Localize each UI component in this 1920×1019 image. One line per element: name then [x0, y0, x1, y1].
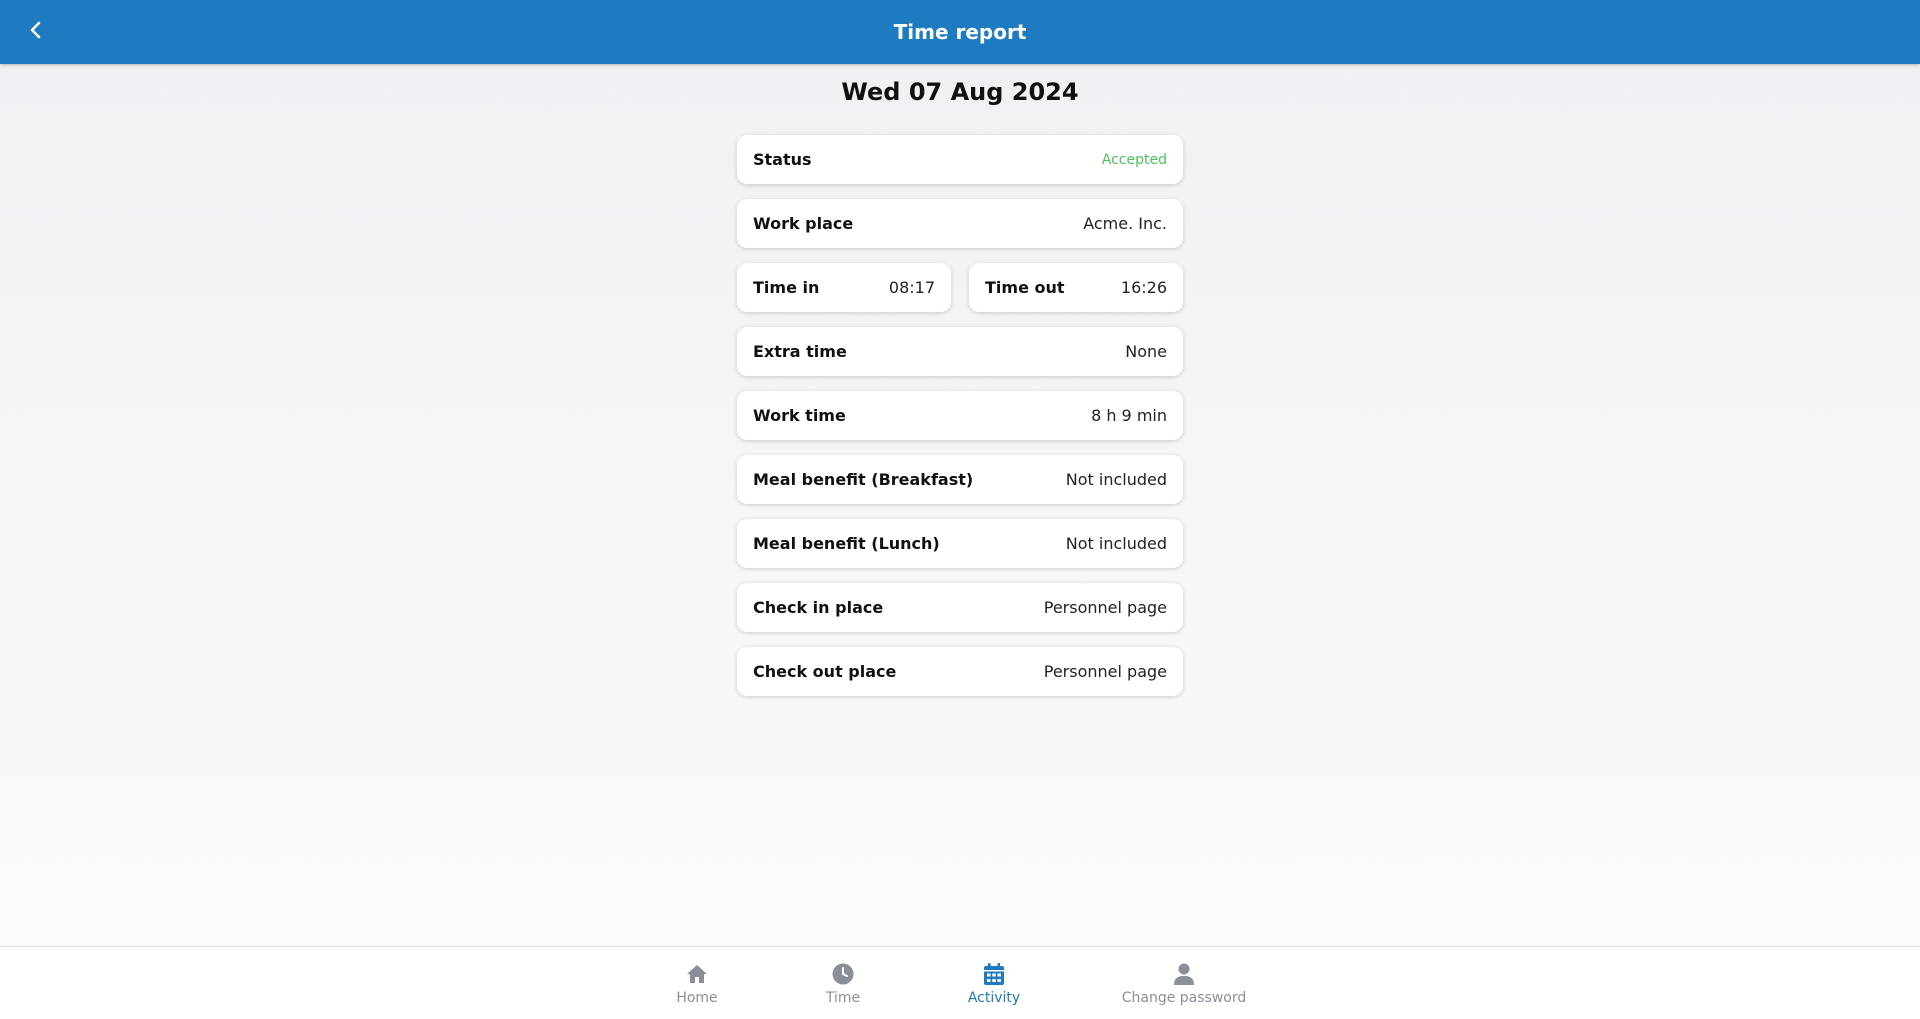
nav-item-label: Time [825, 989, 861, 1006]
time-in-value: 08:17 [888, 278, 935, 297]
app-header: Time report [0, 0, 1920, 64]
check-in-place-label: Check in place [753, 598, 884, 617]
nav-item-label: Activity [967, 989, 1021, 1006]
status-card: Status Accepted [737, 135, 1183, 184]
nav-item-activity[interactable]: Activity [954, 947, 1034, 1019]
meal-breakfast-card: Meal benefit (Breakfast) Not included [737, 455, 1183, 504]
work-time-card: Work time 8 h 9 min [737, 391, 1183, 440]
nav-item-change-password[interactable]: Change password [1114, 947, 1254, 1019]
time-out-card: Time out 16:26 [969, 263, 1183, 312]
clock-icon [831, 962, 855, 986]
work-time-label: Work time [753, 406, 846, 425]
extra-time-value: None [1125, 342, 1167, 361]
bottom-nav: Home Time Activity Change password [0, 946, 1920, 1019]
status-label: Status [753, 150, 812, 169]
work-time-value: 8 h 9 min [1091, 406, 1167, 425]
nav-item-label: Home [676, 989, 718, 1006]
check-out-place-card: Check out place Personnel page [737, 647, 1183, 696]
meal-breakfast-label: Meal benefit (Breakfast) [753, 470, 974, 489]
time-out-label: Time out [985, 278, 1065, 297]
meal-lunch-value: Not included [1065, 534, 1167, 553]
time-out-value: 16:26 [1120, 278, 1167, 297]
meal-lunch-card: Meal benefit (Lunch) Not included [737, 519, 1183, 568]
work-place-value: Acme. Inc. [1083, 214, 1167, 233]
work-place-card: Work place Acme. Inc. [737, 199, 1183, 248]
time-in-label: Time in [753, 278, 820, 297]
calendar-icon [983, 962, 1005, 986]
check-in-place-value: Personnel page [1043, 598, 1167, 617]
nav-item-time[interactable]: Time [803, 947, 883, 1019]
nav-item-label: Change password [1121, 989, 1247, 1006]
user-icon [1173, 962, 1195, 986]
report-date: Wed 07 Aug 2024 [841, 78, 1079, 106]
check-in-place-card: Check in place Personnel page [737, 583, 1183, 632]
meal-lunch-label: Meal benefit (Lunch) [753, 534, 940, 553]
work-place-label: Work place [753, 214, 854, 233]
page-title: Time report [893, 20, 1027, 44]
extra-time-label: Extra time [753, 342, 847, 361]
time-in-card: Time in 08:17 [737, 263, 951, 312]
home-icon [685, 962, 709, 986]
extra-time-card: Extra time None [737, 327, 1183, 376]
check-out-place-label: Check out place [753, 662, 897, 681]
check-out-place-value: Personnel page [1043, 662, 1167, 681]
status-badge: Accepted [1101, 151, 1167, 168]
meal-breakfast-value: Not included [1065, 470, 1167, 489]
nav-item-home[interactable]: Home [657, 947, 737, 1019]
